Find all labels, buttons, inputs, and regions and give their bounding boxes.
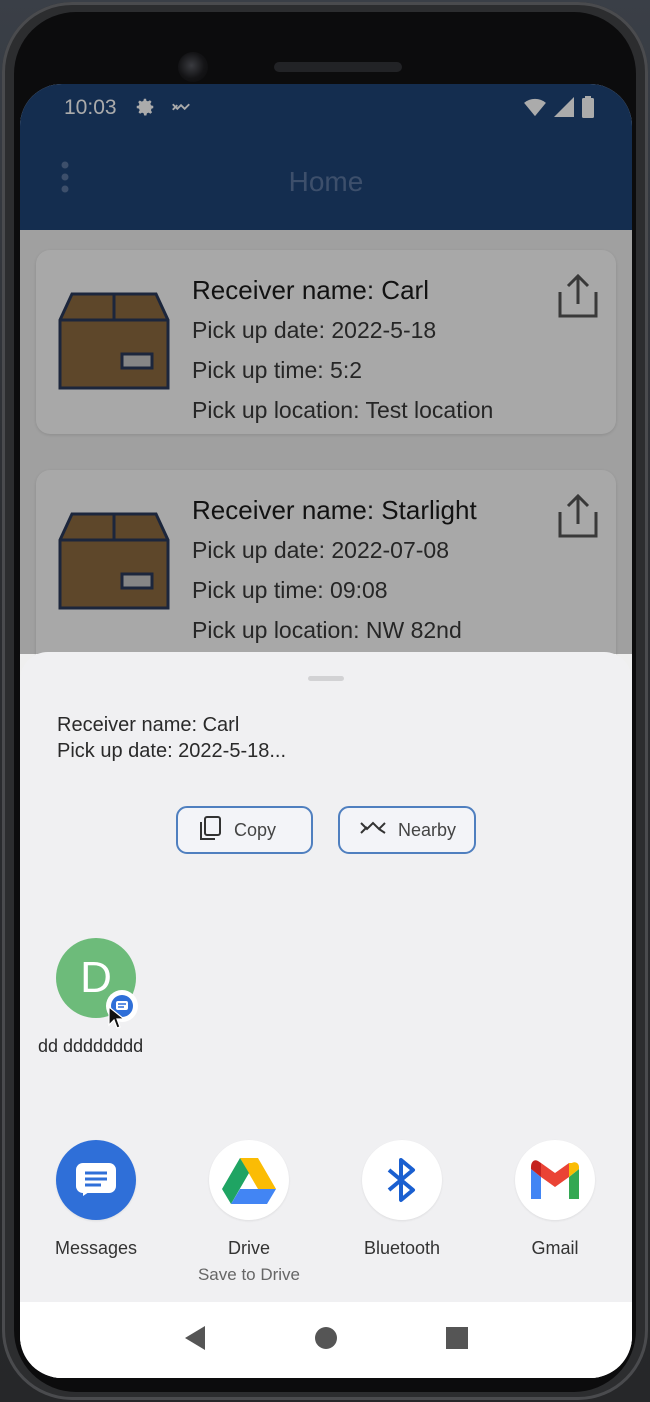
- bluetooth-icon: [362, 1140, 442, 1220]
- copy-label: Copy: [234, 819, 277, 840]
- app-label: Gmail: [531, 1238, 579, 1258]
- app-label: Drive: [227, 1238, 270, 1258]
- copy-button[interactable]: Copy: [176, 806, 313, 854]
- device-screen: 10:03 Home Receiver name: Carl Pick up d…: [20, 84, 632, 1378]
- share-sheet: Receiver name: Carl Pick up date: 2022-5…: [20, 652, 632, 1302]
- drive-icon: [209, 1140, 289, 1220]
- nearby-button[interactable]: Nearby: [338, 806, 476, 854]
- earpiece-speaker: [274, 62, 402, 72]
- preview-line: Receiver name: Carl: [57, 714, 240, 736]
- scrim-overlay[interactable]: [20, 84, 632, 654]
- nearby-icon: [360, 819, 386, 842]
- nearby-label: Nearby: [398, 819, 457, 840]
- share-preview-text: Receiver name: Carl Pick up date: 2022-5…: [57, 712, 286, 764]
- mouse-cursor-icon: [108, 1005, 126, 1035]
- app-label: Messages: [54, 1238, 138, 1258]
- back-icon[interactable]: [183, 1325, 207, 1356]
- messages-icon: [56, 1140, 136, 1220]
- preview-line: Pick up date: 2022-5-18...: [57, 740, 287, 762]
- app-label: Bluetooth: [363, 1238, 441, 1258]
- gmail-icon: [515, 1140, 595, 1220]
- contact-name: dd dddddddd: [38, 1036, 144, 1056]
- sheet-drag-handle[interactable]: [308, 676, 344, 681]
- share-target-bluetooth[interactable]: Bluetooth: [342, 1140, 462, 1259]
- home-icon[interactable]: [314, 1326, 338, 1355]
- system-nav-bar: [20, 1302, 632, 1378]
- app-sublabel: Save to Drive: [197, 1265, 301, 1284]
- share-target-gmail[interactable]: Gmail: [495, 1140, 615, 1259]
- share-target-drive[interactable]: Drive Save to Drive: [189, 1140, 309, 1285]
- copy-icon: [198, 815, 222, 846]
- share-target-messages[interactable]: Messages: [36, 1140, 156, 1259]
- recents-icon[interactable]: [445, 1326, 469, 1355]
- front-camera: [178, 52, 208, 82]
